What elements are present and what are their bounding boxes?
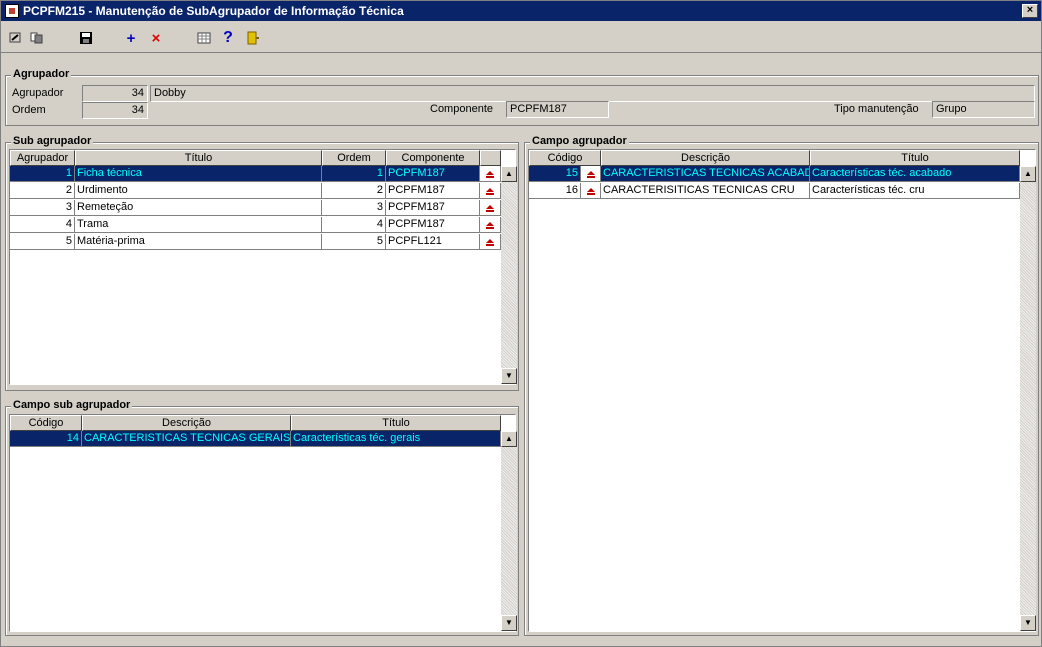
sub-agrupador-scrollbar[interactable]: ▲ ▼ bbox=[501, 166, 517, 384]
col-header-codigo[interactable]: Código bbox=[10, 415, 82, 431]
table-row[interactable]: 3 Remeteção 3 PCPFM187 bbox=[10, 200, 501, 217]
grid-icon[interactable] bbox=[195, 29, 213, 47]
table-row[interactable]: 2 Urdimento 2 PCPFM187 bbox=[10, 183, 501, 200]
campo-sub-agrupador-legend: Campo sub agrupador bbox=[11, 399, 133, 411]
eject-icon[interactable] bbox=[483, 235, 497, 249]
col-header-componente[interactable]: Componente bbox=[386, 150, 480, 166]
nav-first-icon[interactable] bbox=[7, 29, 25, 47]
agrupador-cell[interactable]: 1 bbox=[10, 166, 75, 182]
scroll-down-button[interactable]: ▼ bbox=[501, 615, 517, 631]
tipo-manutencao-label: Tipo manutenção bbox=[834, 103, 919, 115]
ordem-field[interactable]: 34 bbox=[82, 102, 148, 119]
titulo-cell[interactable]: Ficha técnica bbox=[75, 166, 322, 182]
eject-icon[interactable] bbox=[584, 184, 598, 198]
exit-icon[interactable] bbox=[244, 29, 262, 47]
agrupador-name-field[interactable]: Dobby bbox=[150, 85, 1035, 102]
table-row[interactable]: 5 Matéria-prima 5 PCPFL121 bbox=[10, 234, 501, 251]
col-header-descricao[interactable]: Descrição bbox=[601, 150, 810, 166]
componente-cell[interactable]: PCPFM187 bbox=[386, 200, 480, 216]
codigo-cell[interactable]: 15 bbox=[529, 166, 581, 182]
ordem-cell[interactable]: 4 bbox=[322, 217, 386, 233]
save-icon[interactable] bbox=[77, 29, 95, 47]
ordem-cell[interactable]: 2 bbox=[322, 183, 386, 199]
ordem-cell[interactable]: 1 bbox=[322, 166, 386, 182]
componente-label: Componente bbox=[430, 103, 493, 115]
col-header-titulo[interactable]: Título bbox=[291, 415, 501, 431]
titulo-cell[interactable]: Matéria-prima bbox=[75, 234, 322, 250]
componente-field[interactable]: PCPFM187 bbox=[506, 101, 609, 118]
scroll-up-button[interactable]: ▲ bbox=[501, 166, 517, 182]
col-header-titulo[interactable]: Título bbox=[810, 150, 1020, 166]
eject-icon[interactable] bbox=[584, 167, 598, 181]
table-row[interactable]: 4 Trama 4 PCPFM187 bbox=[10, 217, 501, 234]
close-button[interactable]: × bbox=[1022, 4, 1038, 18]
eject-icon[interactable] bbox=[483, 201, 497, 215]
ordem-label: Ordem bbox=[12, 104, 46, 116]
titulo-cell[interactable]: Características téc. cru bbox=[810, 183, 1020, 199]
delete-icon[interactable]: × bbox=[147, 29, 165, 47]
campo-agrupador-legend: Campo agrupador bbox=[530, 135, 629, 147]
toolbar: + × ? bbox=[1, 23, 1041, 53]
agrupador-code-field[interactable]: 34 bbox=[82, 85, 148, 102]
sub-agrupador-grid: Agrupador Título Ordem Componente 1 Ficha… bbox=[9, 149, 517, 385]
nav-list-icon[interactable] bbox=[28, 29, 46, 47]
table-row[interactable]: 15 CARACTERISTICAS TECNICAS ACABADO Caract… bbox=[529, 166, 1020, 183]
eject-icon[interactable] bbox=[483, 218, 497, 232]
window-title: PCPFM215 - Manutenção de SubAgrupador de… bbox=[23, 4, 404, 18]
descricao-cell[interactable]: CARACTERISITICAS TECNICAS CRU bbox=[601, 183, 810, 199]
descricao-cell[interactable]: CARACTERISTICAS TECNICAS ACABADO bbox=[601, 166, 810, 182]
agrupador-cell[interactable]: 5 bbox=[10, 234, 75, 250]
scroll-up-button[interactable]: ▲ bbox=[501, 431, 517, 447]
title-bar: PCPFM215 - Manutenção de SubAgrupador de… bbox=[1, 1, 1041, 21]
col-header-codigo[interactable]: Código bbox=[529, 150, 601, 166]
titulo-cell[interactable]: Características téc. acabado bbox=[810, 166, 1020, 182]
eject-icon[interactable] bbox=[483, 184, 497, 198]
scroll-up-button[interactable]: ▲ bbox=[1020, 166, 1036, 182]
col-header-descricao[interactable]: Descrição bbox=[82, 415, 291, 431]
codigo-cell[interactable]: 14 bbox=[10, 431, 82, 447]
componente-cell[interactable]: PCPFM187 bbox=[386, 183, 480, 199]
col-header-ordem[interactable]: Ordem bbox=[322, 150, 386, 166]
titulo-cell[interactable]: Características téc. gerais bbox=[291, 431, 501, 447]
descricao-cell[interactable]: CARACTERISTICAS TECNICAS GERAIS bbox=[82, 431, 291, 447]
scroll-down-button[interactable]: ▼ bbox=[1020, 615, 1036, 631]
campo-sub-agrupador-grid: Código Descrição Título 14 CARACTERISTICA… bbox=[9, 414, 517, 632]
titulo-cell[interactable]: Trama bbox=[75, 217, 322, 233]
add-icon[interactable]: + bbox=[122, 29, 140, 47]
titulo-cell[interactable]: Urdimento bbox=[75, 183, 322, 199]
agrupador-cell[interactable]: 2 bbox=[10, 183, 75, 199]
campo-agrupador-grid: Código Descrição Título 15 CARACTERISTICA… bbox=[528, 149, 1036, 632]
ordem-cell[interactable]: 3 bbox=[322, 200, 386, 216]
eject-icon[interactable] bbox=[483, 167, 497, 181]
table-row[interactable]: 14 CARACTERISTICAS TECNICAS GERAIS Caracte… bbox=[10, 431, 501, 448]
col-header-titulo[interactable]: Título bbox=[75, 150, 322, 166]
agrupador-label: Agrupador bbox=[12, 87, 64, 99]
agrupador-cell[interactable]: 3 bbox=[10, 200, 75, 216]
sub-agrupador-legend: Sub agrupador bbox=[11, 135, 94, 147]
campo-sub-agrupador-scrollbar[interactable]: ▲ ▼ bbox=[501, 431, 517, 631]
app-icon bbox=[5, 4, 19, 18]
col-header-blank bbox=[480, 150, 501, 166]
table-row[interactable]: 1 Ficha técnica 1 PCPFM187 bbox=[10, 166, 501, 183]
campo-agrupador-scrollbar[interactable]: ▲ ▼ bbox=[1020, 166, 1036, 631]
col-header-agrupador[interactable]: Agrupador bbox=[10, 150, 75, 166]
scroll-down-button[interactable]: ▼ bbox=[501, 368, 517, 384]
app-window: PCPFM215 - Manutenção de SubAgrupador de… bbox=[0, 0, 1042, 647]
table-row[interactable]: 16 CARACTERISITICAS TECNICAS CRU Caracterí… bbox=[529, 183, 1020, 200]
help-icon[interactable]: ? bbox=[219, 29, 237, 47]
componente-cell[interactable]: PCPFL121 bbox=[386, 234, 480, 250]
tipo-manutencao-field[interactable]: Grupo bbox=[932, 101, 1035, 118]
componente-cell[interactable]: PCPFM187 bbox=[386, 217, 480, 233]
componente-cell[interactable]: PCPFM187 bbox=[386, 166, 480, 182]
codigo-cell[interactable]: 16 bbox=[529, 183, 581, 199]
ordem-cell[interactable]: 5 bbox=[322, 234, 386, 250]
titulo-cell[interactable]: Remeteção bbox=[75, 200, 322, 216]
agrupador-legend: Agrupador bbox=[11, 68, 72, 80]
agrupador-cell[interactable]: 4 bbox=[10, 217, 75, 233]
